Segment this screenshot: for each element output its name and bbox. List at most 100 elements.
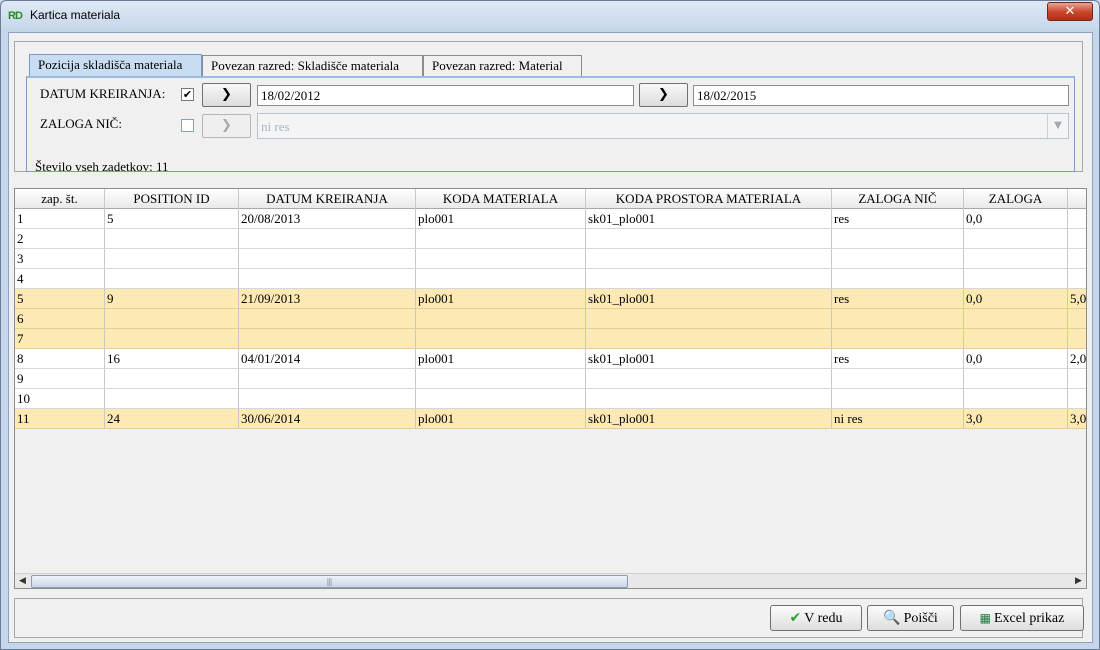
cell-koda-prostora[interactable] [586, 229, 832, 248]
cell-koda-materiala[interactable]: plo001 [416, 349, 586, 368]
datum-from-picker-button[interactable]: ❯ [202, 83, 251, 107]
tab-pozicija-skladisca[interactable]: Pozicija skladišča materiala [29, 54, 202, 77]
cell-datum-kreiranja[interactable] [239, 249, 416, 268]
datum-to-picker-button[interactable]: ❯ [639, 83, 688, 107]
table-row[interactable]: 2 [15, 229, 1086, 249]
cell-koda-materiala[interactable] [416, 369, 586, 388]
cell-zaloga[interactable] [964, 389, 1068, 408]
cell-koda-prostora[interactable]: sk01_plo001 [586, 289, 832, 308]
cell-position-id[interactable] [105, 369, 239, 388]
cell-zaloga-nic[interactable] [832, 389, 964, 408]
table-row[interactable]: 8 16 04/01/2014 plo001 sk01_plo001 res 0,0 2,0 [15, 349, 1086, 369]
cell-zaloga[interactable] [964, 369, 1068, 388]
column-header-zaloga-nic[interactable]: ZALOGA NIČ [832, 189, 964, 209]
cell-koda-materiala[interactable] [416, 389, 586, 408]
cell-zaloga[interactable] [964, 249, 1068, 268]
table-row[interactable]: 10 [15, 389, 1086, 409]
cell-zap-st[interactable]: 9 [15, 369, 105, 388]
cell-datum-kreiranja[interactable]: 04/01/2014 [239, 349, 416, 368]
table-row[interactable]: 1 5 20/08/2013 plo001 sk01_plo001 res 0,0 [15, 209, 1086, 229]
horizontal-scrollbar[interactable]: ◀ ||| ▶ [15, 573, 1086, 588]
table-row[interactable]: 4 [15, 269, 1086, 289]
cell-position-id[interactable] [105, 229, 239, 248]
cell-koda-materiala[interactable] [416, 329, 586, 348]
cell-koda-prostora[interactable] [586, 389, 832, 408]
cell-koda-materiala[interactable]: plo001 [416, 209, 586, 228]
cell-extra[interactable] [1068, 369, 1086, 388]
cell-position-id[interactable]: 9 [105, 289, 239, 308]
zaloga-nic-select[interactable]: ni res ▼ [257, 113, 1069, 139]
cell-koda-prostora[interactable] [586, 269, 832, 288]
cell-zaloga[interactable]: 0,0 [964, 349, 1068, 368]
datum-kreiranja-checkbox[interactable]: ✔ [181, 88, 194, 101]
search-button[interactable]: 🔍 Poišči [867, 605, 954, 631]
cell-zaloga[interactable] [964, 229, 1068, 248]
cell-zaloga-nic[interactable] [832, 309, 964, 328]
table-row[interactable]: 6 [15, 309, 1086, 329]
cell-extra[interactable]: 2,0 [1068, 349, 1086, 368]
cell-koda-materiala[interactable] [416, 269, 586, 288]
cell-zaloga[interactable] [964, 269, 1068, 288]
cell-datum-kreiranja[interactable] [239, 269, 416, 288]
results-table[interactable]: zap. št. POSITION ID DATUM KREIRANJA KOD… [14, 188, 1087, 589]
cell-zaloga[interactable] [964, 309, 1068, 328]
cell-extra[interactable] [1068, 209, 1086, 228]
table-row[interactable]: 9 [15, 369, 1086, 389]
close-button[interactable]: ✕ [1047, 2, 1093, 21]
cell-koda-prostora[interactable] [586, 249, 832, 268]
scroll-left-icon[interactable]: ◀ [15, 575, 30, 588]
cell-zaloga[interactable]: 0,0 [964, 209, 1068, 228]
cell-extra[interactable]: 5,0 [1068, 289, 1086, 308]
cell-koda-prostora[interactable]: sk01_plo001 [586, 409, 832, 428]
datum-to-input[interactable]: 18/02/2015 [693, 85, 1069, 106]
cell-extra[interactable]: 3,0 [1068, 409, 1086, 428]
column-header-extra[interactable] [1068, 189, 1086, 209]
cell-zap-st[interactable]: 1 [15, 209, 105, 228]
cell-koda-prostora[interactable] [586, 369, 832, 388]
cell-zaloga-nic[interactable] [832, 269, 964, 288]
column-header-zap-st[interactable]: zap. št. [15, 189, 105, 209]
cell-zap-st[interactable]: 4 [15, 269, 105, 288]
cell-position-id[interactable]: 24 [105, 409, 239, 428]
cell-zap-st[interactable]: 8 [15, 349, 105, 368]
scrollbar-thumb[interactable]: ||| [31, 575, 628, 588]
cell-zaloga-nic[interactable]: ni res [832, 409, 964, 428]
tab-povezan-skladisce[interactable]: Povezan razred: Skladišče materiala [202, 55, 423, 76]
cell-koda-prostora[interactable]: sk01_plo001 [586, 209, 832, 228]
scroll-right-icon[interactable]: ▶ [1071, 575, 1086, 588]
cell-zaloga-nic[interactable]: res [832, 209, 964, 228]
cell-zaloga-nic[interactable] [832, 329, 964, 348]
cell-zaloga-nic[interactable] [832, 229, 964, 248]
cell-extra[interactable] [1068, 329, 1086, 348]
cell-zap-st[interactable]: 11 [15, 409, 105, 428]
excel-button[interactable]: ▦ Excel prikaz [960, 605, 1084, 631]
cell-position-id[interactable] [105, 309, 239, 328]
cell-datum-kreiranja[interactable] [239, 229, 416, 248]
column-header-datum-kreiranja[interactable]: DATUM KREIRANJA [239, 189, 416, 209]
cell-koda-materiala[interactable] [416, 249, 586, 268]
cell-position-id[interactable]: 5 [105, 209, 239, 228]
zaloga-nic-checkbox[interactable] [181, 119, 194, 132]
cell-zaloga[interactable]: 3,0 [964, 409, 1068, 428]
table-row[interactable]: 3 [15, 249, 1086, 269]
cell-koda-prostora[interactable]: sk01_plo001 [586, 349, 832, 368]
cell-extra[interactable] [1068, 309, 1086, 328]
cell-position-id[interactable] [105, 389, 239, 408]
cell-koda-materiala[interactable]: plo001 [416, 409, 586, 428]
cell-koda-prostora[interactable] [586, 309, 832, 328]
cell-datum-kreiranja[interactable] [239, 329, 416, 348]
cell-position-id[interactable] [105, 269, 239, 288]
cell-zaloga-nic[interactable]: res [832, 349, 964, 368]
tab-povezan-material[interactable]: Povezan razred: Material [423, 55, 582, 76]
cell-position-id[interactable] [105, 249, 239, 268]
cell-zap-st[interactable]: 6 [15, 309, 105, 328]
chevron-down-icon[interactable]: ▼ [1047, 114, 1068, 138]
cell-datum-kreiranja[interactable] [239, 309, 416, 328]
cell-extra[interactable] [1068, 249, 1086, 268]
cell-extra[interactable] [1068, 229, 1086, 248]
table-row[interactable]: 7 [15, 329, 1086, 349]
cell-zap-st[interactable]: 5 [15, 289, 105, 308]
datum-from-input[interactable]: 18/02/2012 [257, 85, 634, 106]
cell-zap-st[interactable]: 10 [15, 389, 105, 408]
cell-datum-kreiranja[interactable]: 20/08/2013 [239, 209, 416, 228]
